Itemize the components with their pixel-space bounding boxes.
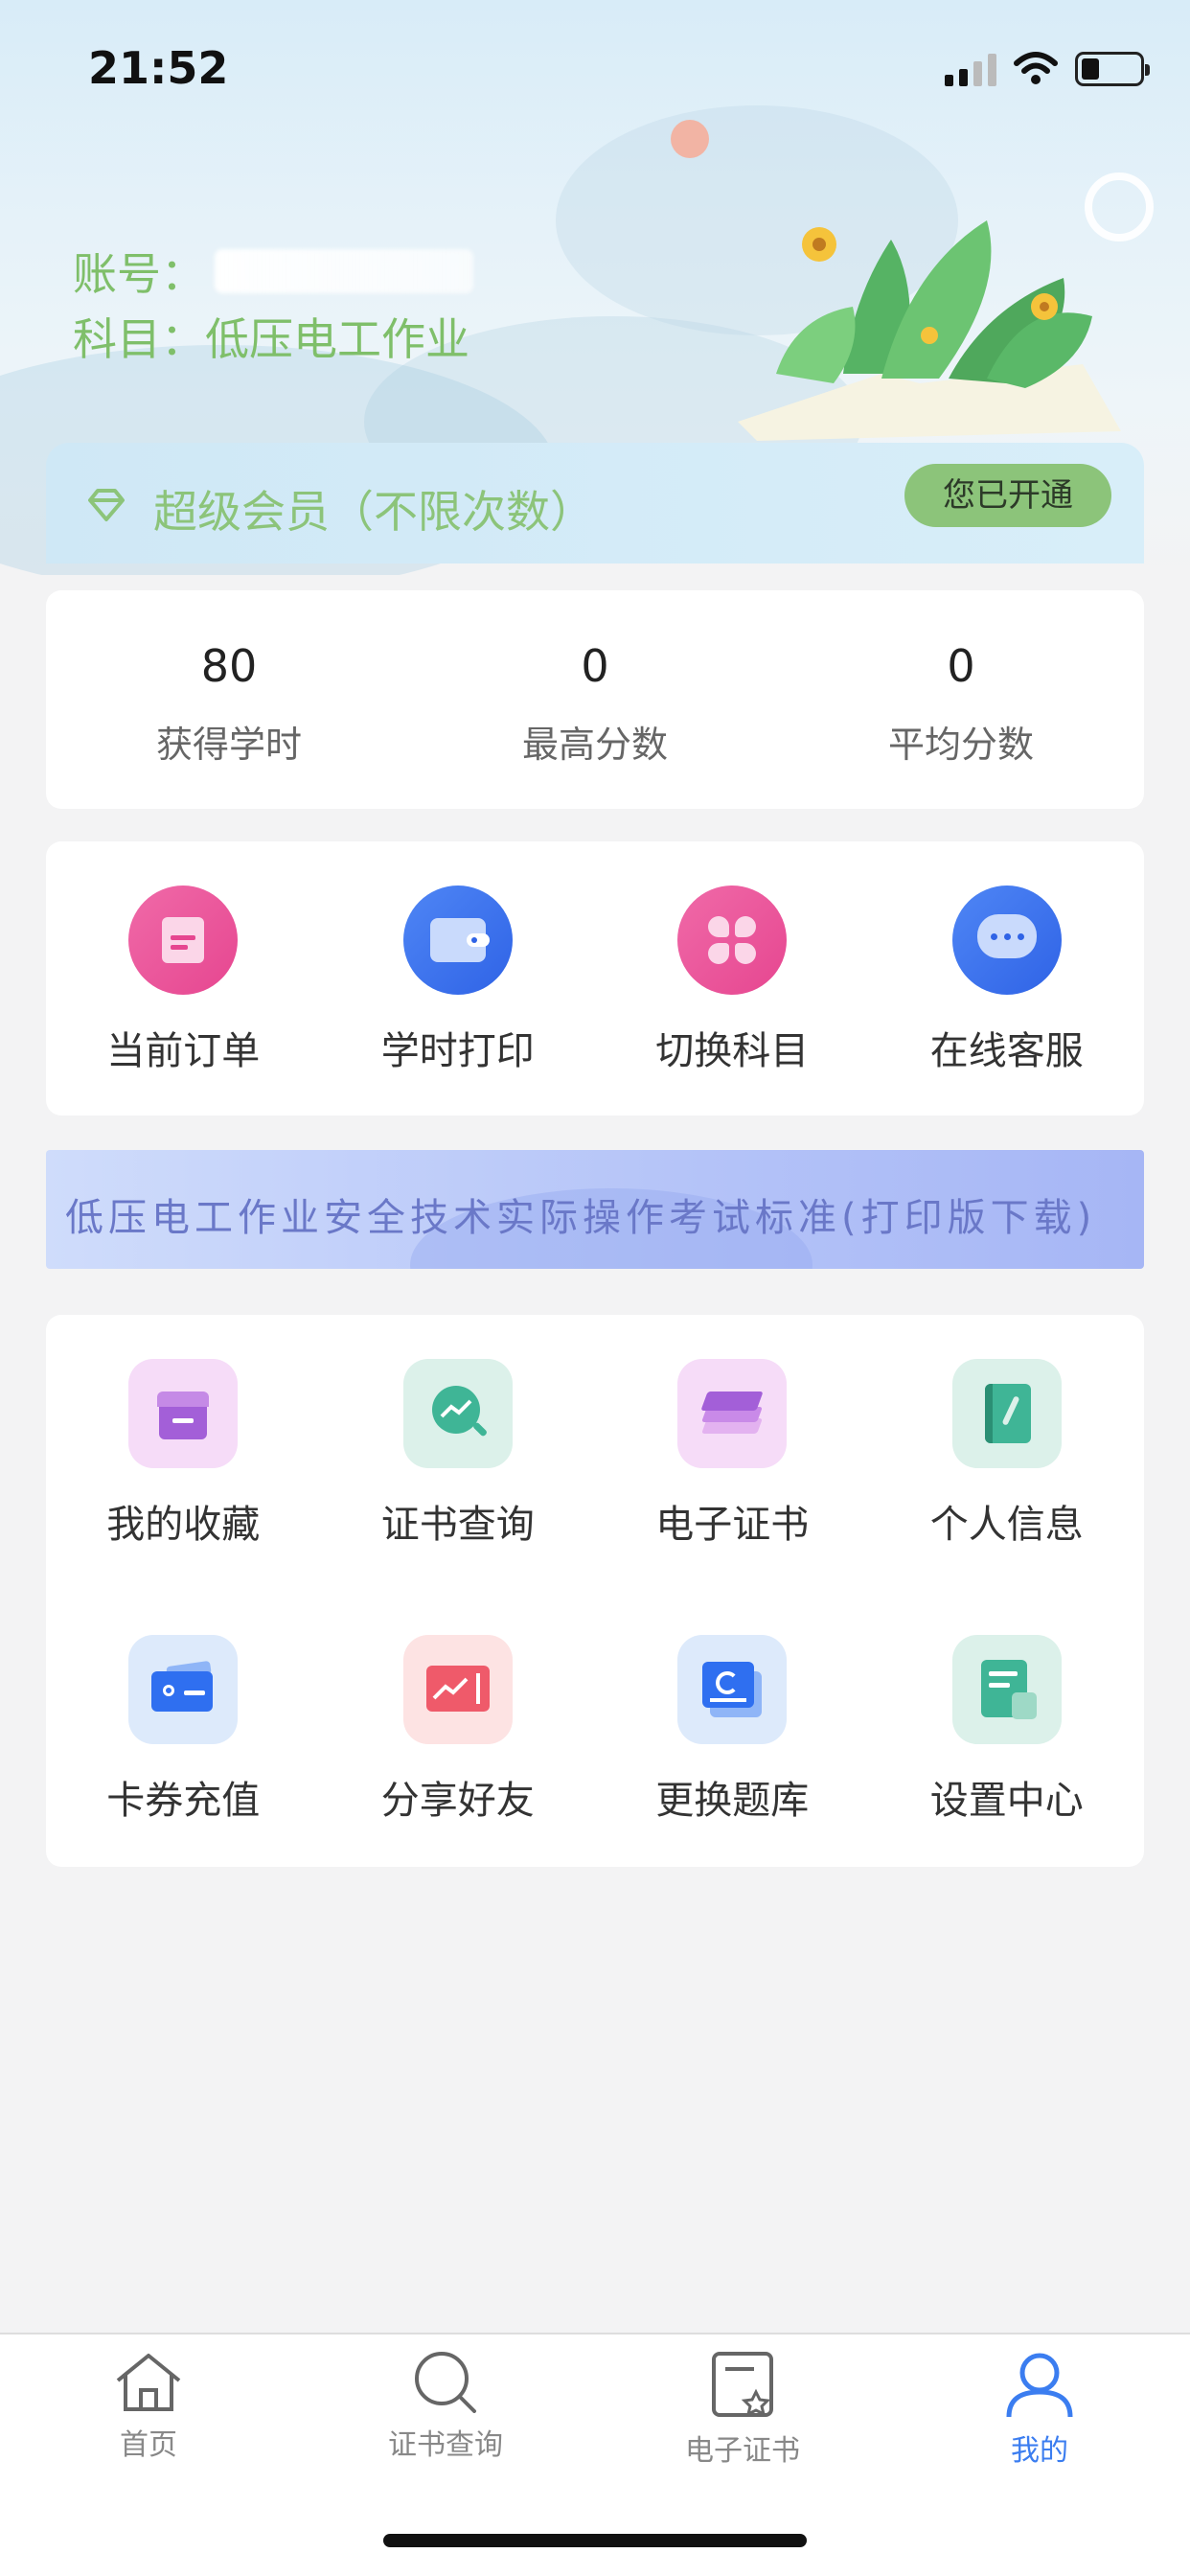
settings-doc-icon — [951, 1635, 1062, 1744]
online-service-button[interactable]: 在线客服 — [870, 886, 1145, 1075]
banner-text: 低压电工作业安全技术实际操作考试标准(打印版下载) — [65, 1196, 1097, 1240]
vip-activated-button[interactable]: 您已开通 — [904, 464, 1111, 527]
store-icon — [128, 1359, 239, 1468]
action-label: 学时打印 — [380, 1029, 535, 1073]
notebook-icon — [951, 1359, 1062, 1468]
stats-card: 80 获得学时 0 最高分数 0 平均分数 — [46, 590, 1144, 809]
status-time: 21:52 — [88, 42, 229, 94]
action-label: 切换科目 — [655, 1029, 810, 1073]
account-label: 账号： — [73, 248, 205, 300]
vip-text: 超级会员（不限次数） — [153, 486, 594, 538]
e-certificate-button[interactable]: 电子证书 — [595, 1359, 870, 1549]
account-row: 账号： — [73, 240, 473, 303]
order-icon — [128, 886, 239, 995]
search-chart-icon — [402, 1359, 513, 1468]
wallet-icon — [402, 886, 513, 995]
diamond-icon — [88, 489, 125, 521]
tool-label: 卡券充值 — [106, 1779, 261, 1823]
account-value-masked — [215, 249, 473, 293]
action-label: 当前订单 — [106, 1029, 261, 1073]
tab-label: 电子证书 — [685, 2434, 800, 2468]
exam-standard-banner[interactable]: 低压电工作业安全技术实际操作考试标准(打印版下载) — [46, 1150, 1144, 1269]
tool-label: 更换题库 — [655, 1779, 810, 1823]
profile-header: 21:52 账号： 科目：低压电工作业 超级会员（不限次数） 您已开通 — [0, 0, 1190, 575]
refresh-stack-icon — [677, 1635, 788, 1744]
hours-print-button[interactable]: 学时打印 — [321, 886, 596, 1075]
personal-info-button[interactable]: 个人信息 — [870, 1359, 1145, 1549]
card-recharge-button[interactable]: 卡券充值 — [46, 1635, 321, 1825]
tool-label: 设置中心 — [929, 1779, 1084, 1823]
tools-card: 我的收藏 证书查询 电子证书 个人信息 卡券充值 分享好友 更换题库 设置中心 — [46, 1315, 1144, 1867]
home-indicator — [383, 2534, 807, 2547]
tab-home[interactable]: 首页 — [53, 2350, 244, 2463]
stat-label: 获得学时 — [155, 724, 302, 766]
certificate-query-button[interactable]: 证书查询 — [321, 1359, 596, 1549]
stat-highest: 0 最高分数 — [412, 590, 778, 809]
change-question-bank-button[interactable]: 更换题库 — [595, 1635, 870, 1825]
stat-value: 0 — [581, 640, 609, 692]
certificate-icon — [712, 2352, 773, 2417]
stat-value: 80 — [200, 640, 258, 692]
tool-label: 电子证书 — [655, 1503, 810, 1547]
tool-label: 我的收藏 — [106, 1503, 261, 1547]
search-icon — [415, 2352, 476, 2413]
tool-label: 个人信息 — [929, 1503, 1084, 1547]
tool-label: 分享好友 — [380, 1779, 535, 1823]
stat-label: 最高分数 — [521, 724, 668, 766]
share-friends-button[interactable]: 分享好友 — [321, 1635, 596, 1825]
settings-center-button[interactable]: 设置中心 — [870, 1635, 1145, 1825]
my-favorites-button[interactable]: 我的收藏 — [46, 1359, 321, 1549]
action-label: 在线客服 — [929, 1029, 1084, 1073]
battery-icon — [1075, 52, 1150, 86]
tab-e-certificate[interactable]: 电子证书 — [647, 2350, 838, 2469]
tab-label: 我的 — [1011, 2434, 1068, 2468]
card-icon — [128, 1635, 239, 1744]
stat-average: 0 平均分数 — [778, 590, 1144, 809]
vip-banner: 超级会员（不限次数） 您已开通 — [46, 443, 1144, 564]
home-icon — [116, 2354, 181, 2411]
subject-text: 科目：低压电工作业 — [73, 313, 469, 365]
tab-label: 首页 — [120, 2428, 177, 2462]
tab-label: 证书查询 — [388, 2428, 503, 2462]
grid-icon — [677, 886, 788, 995]
status-icons — [945, 52, 1150, 86]
tool-label: 证书查询 — [380, 1503, 535, 1547]
tab-mine[interactable]: 我的 — [944, 2350, 1135, 2469]
layers-icon — [677, 1359, 788, 1468]
stat-label: 平均分数 — [887, 724, 1034, 766]
switch-subject-button[interactable]: 切换科目 — [595, 886, 870, 1075]
settings-gear-icon[interactable] — [1085, 172, 1154, 242]
chat-icon — [951, 886, 1062, 995]
sun-decoration — [671, 120, 709, 158]
user-icon — [1006, 2353, 1073, 2418]
share-chart-icon — [402, 1635, 513, 1744]
tab-certificate-query[interactable]: 证书查询 — [350, 2350, 541, 2463]
plant-book-illustration — [738, 220, 1121, 441]
current-order-button[interactable]: 当前订单 — [46, 886, 321, 1075]
stat-hours: 80 获得学时 — [46, 590, 412, 809]
signal-icon — [945, 54, 996, 86]
wifi-icon — [1014, 52, 1058, 84]
quick-actions-card: 当前订单 学时打印 切换科目 在线客服 — [46, 841, 1144, 1116]
stat-value: 0 — [947, 640, 975, 692]
